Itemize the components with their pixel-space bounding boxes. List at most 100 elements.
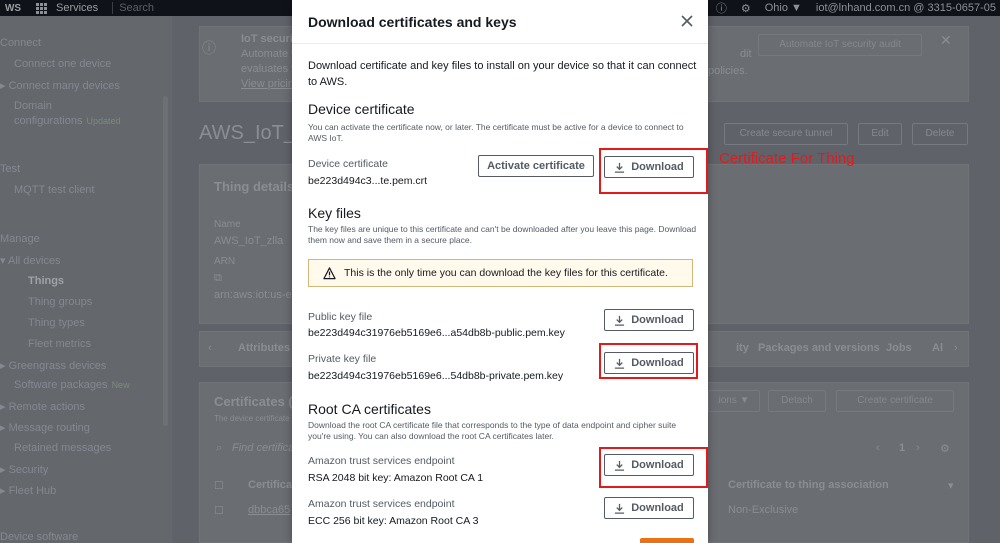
page-title: AWS_IoT_z (199, 122, 305, 144)
help-icon[interactable]: ⓘ (716, 0, 727, 16)
pagination-next-icon[interactable]: › (916, 442, 920, 454)
tabs-scroll-left-icon[interactable]: ‹ (208, 342, 212, 354)
root-ca-description: Download the root CA certificate file th… (308, 420, 677, 441)
sidebar-section-device-software: Device software (0, 531, 79, 543)
table-settings-icon[interactable]: ⚙ (940, 442, 950, 455)
sidebar-item-things[interactable]: Things (28, 275, 64, 287)
ecc-endpoint-label: Amazon trust services endpoint (308, 498, 455, 510)
delete-button[interactable]: Delete (912, 123, 968, 145)
annotation-box-device-certificate (599, 148, 708, 194)
services-grid-icon[interactable] (36, 3, 48, 14)
services-menu[interactable]: Services (56, 2, 98, 14)
edit-button[interactable]: Edit (858, 123, 902, 145)
sidebar-item-remote-actions[interactable]: ▸ Remote actions (0, 400, 85, 413)
annotation-box-private-key (599, 343, 698, 379)
public-key-label: Public key file (308, 311, 373, 323)
sidebar-item-fleet-metrics[interactable]: Fleet metrics (28, 338, 91, 350)
sidebar-item-mqtt-test-client[interactable]: MQTT test client (14, 184, 94, 196)
create-certificate-button[interactable]: Create certificate (836, 390, 954, 412)
pagination-prev-icon[interactable]: ‹ (876, 442, 880, 454)
tab-activity[interactable]: ity (736, 342, 749, 354)
sidebar-item-thing-groups[interactable]: Thing groups (28, 296, 92, 308)
ecc-root-ca-name: ECC 256 bit key: Amazon Root CA 3 (308, 515, 479, 527)
key-files-heading: Key files (308, 205, 361, 221)
sidebar-item-message-routing[interactable]: ▸ Message routing (0, 421, 90, 434)
sidebar-item-domain[interactable]: Domain (14, 100, 52, 112)
activate-certificate-button[interactable]: Activate certificate (478, 155, 594, 177)
sidebar-item-domain-configurations[interactable]: configurations Updated (14, 115, 121, 127)
select-all-checkbox[interactable]: ☐ (214, 479, 224, 492)
device-certificate-filename: be223d494c3...te.pem.crt (308, 175, 428, 187)
annotation-box-root-ca (599, 447, 708, 488)
region-selector[interactable]: Ohio ▼ (765, 2, 802, 14)
sidebar-item-software-packages[interactable]: Software packages New (14, 379, 130, 391)
private-key-filename: be223d494c31976eb5169e6...54db8b-private… (308, 370, 564, 382)
find-search-icon: ⌕ (216, 442, 223, 454)
banner-right-text-2: policies. (708, 65, 748, 77)
tab-jobs[interactable]: Jobs (886, 342, 912, 354)
info-icon: ⓘ (202, 40, 216, 56)
top-nav-right: △ ⓘ ⚙ Ohio ▼ iot@lnhand.com.cn @ 3315-06… (693, 0, 1000, 16)
modal-header: Download certificates and keys (292, 0, 708, 44)
column-header-association[interactable]: Certificate to thing association (728, 479, 889, 491)
certificates-description: The device certificate (214, 414, 290, 423)
row-checkbox[interactable]: ☐ (214, 504, 224, 517)
association-value: Non-Exclusive (728, 504, 799, 516)
sidebar-item-connect-many-devices[interactable]: ▸ Connect many devices (0, 79, 120, 92)
automate-audit-button[interactable]: Automate IoT security audit (758, 34, 922, 56)
banner-right-text-1: dit (740, 48, 752, 60)
create-secure-tunnel-button[interactable]: Create secure tunnel (724, 123, 848, 145)
download-public-key-button[interactable]: Download (604, 309, 694, 331)
sidebar-item-security[interactable]: ▸ Security (0, 463, 48, 476)
download-ecc-root-ca-button[interactable]: Download (604, 497, 694, 519)
settings-icon[interactable]: ⚙ (741, 2, 751, 15)
pagination-page[interactable]: 1 (899, 442, 905, 454)
device-certificate-label: Device certificate (308, 158, 388, 170)
copy-icon[interactable]: ⧉ (214, 272, 222, 285)
modal-intro-text: Download certificate and key files to in… (308, 60, 697, 88)
certificates-heading: Certificates (1 (214, 394, 300, 409)
continue-button[interactable] (640, 538, 694, 543)
annotation-label: Certificate For Thing (719, 150, 855, 167)
banner-close-icon[interactable]: ✕ (940, 32, 952, 49)
download-icon (615, 503, 625, 514)
key-files-warning-alert: This is the only time you can download t… (308, 259, 693, 287)
modal-title: Download certificates and keys (308, 14, 517, 30)
new-badge: New (111, 380, 130, 390)
tab-alarms[interactable]: Al (932, 342, 943, 354)
public-key-filename: be223d494c31976eb5169e6...a54db8b-public… (308, 327, 565, 339)
close-icon[interactable] (678, 12, 696, 30)
sidebar-item-thing-types[interactable]: Thing types (28, 317, 85, 329)
root-ca-heading: Root CA certificates (308, 401, 431, 417)
tabs-scroll-right-icon[interactable]: › (954, 342, 958, 354)
tab-packages-and-versions[interactable]: Packages and versions (758, 342, 880, 354)
warning-icon (323, 266, 336, 279)
sidebar-section-manage: Manage (0, 233, 40, 245)
banner-text-1: Automate y (241, 48, 297, 60)
aws-logo[interactable]: WS (0, 3, 26, 14)
sidebar-item-retained-messages[interactable]: Retained messages (14, 442, 111, 454)
detach-button[interactable]: Detach (768, 390, 826, 412)
name-label: Name (214, 219, 241, 230)
column-header-certificate[interactable]: Certificat (248, 479, 296, 491)
actions-dropdown[interactable]: ions ▼ (708, 390, 760, 412)
sidebar-item-greengrass-devices[interactable]: ▸ Greengrass devices (0, 359, 106, 372)
account-menu[interactable]: iot@lnhand.com.cn @ 3315-0657-05 (816, 2, 996, 14)
tab-attributes[interactable]: Attributes (238, 342, 290, 354)
certificate-id-link[interactable]: dbbca65 (248, 504, 290, 516)
sidebar: Connect Connect one device ▸ Connect man… (0, 16, 172, 543)
key-files-description: The key files are unique to this certifi… (308, 224, 697, 245)
device-certificate-heading: Device certificate (308, 101, 415, 117)
rsa-root-ca-name: RSA 2048 bit key: Amazon Root CA 1 (308, 472, 484, 484)
sidebar-section-test: Test (0, 163, 21, 175)
column-sort-icon[interactable]: ▾ (948, 479, 954, 492)
sidebar-scrollbar[interactable] (163, 96, 168, 426)
search-input[interactable]: Search (112, 2, 252, 14)
device-certificate-description: You can activate the certificate now, or… (308, 122, 684, 143)
sidebar-item-all-devices[interactable]: ▾ All devices (0, 254, 61, 267)
sidebar-item-connect-one-device[interactable]: Connect one device (14, 58, 111, 70)
sidebar-section-connect: Connect (0, 37, 41, 49)
warning-text: This is the only time you can download t… (344, 267, 668, 279)
name-value: AWS_IoT_zlla (214, 235, 284, 247)
sidebar-item-fleet-hub[interactable]: ▸ Fleet Hub (0, 484, 56, 497)
